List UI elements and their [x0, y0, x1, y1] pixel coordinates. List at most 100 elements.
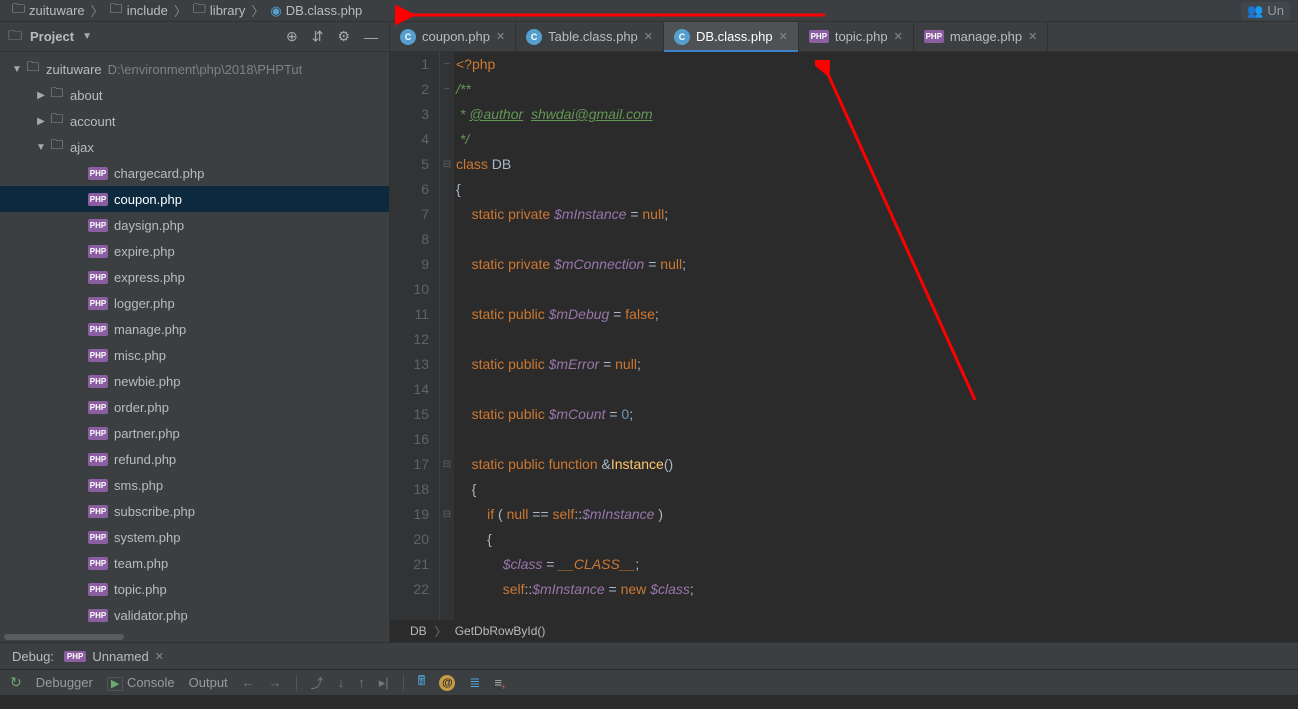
- code-line[interactable]: [456, 427, 1298, 452]
- close-icon[interactable]: ✕: [1028, 30, 1037, 43]
- tree-arrow-icon[interactable]: [34, 116, 48, 127]
- close-icon[interactable]: ✕: [155, 650, 164, 663]
- code-line[interactable]: if ( null == self::$mInstance ): [456, 502, 1298, 527]
- tree-arrow-icon[interactable]: [34, 90, 48, 101]
- breadcrumb-item[interactable]: 🗀 include: [106, 0, 172, 22]
- debug-session-tab[interactable]: PHP Unnamed ✕: [64, 649, 164, 664]
- tree-file[interactable]: PHPorder.php: [0, 394, 389, 420]
- line-number[interactable]: 4: [390, 127, 429, 152]
- code-line[interactable]: */: [456, 127, 1298, 152]
- close-icon[interactable]: ✕: [894, 30, 903, 43]
- close-icon[interactable]: ✕: [644, 30, 653, 43]
- collapse-all-icon[interactable]: ⇵: [309, 28, 327, 45]
- filter-icon[interactable]: ≡+: [494, 675, 502, 690]
- run-to-cursor-icon[interactable]: ▸|: [379, 675, 389, 691]
- tree-file[interactable]: PHPexpress.php: [0, 264, 389, 290]
- fold-marker-icon[interactable]: −: [440, 77, 454, 102]
- code-line[interactable]: static private $mInstance = null;: [456, 202, 1298, 227]
- line-number[interactable]: 13: [390, 352, 429, 377]
- arrow-right-icon[interactable]: →: [269, 675, 282, 690]
- line-number[interactable]: 9: [390, 252, 429, 277]
- code-line[interactable]: $class = __CLASS__;: [456, 552, 1298, 577]
- code-line[interactable]: [456, 327, 1298, 352]
- tree-folder[interactable]: 🗀account: [0, 108, 389, 134]
- project-panel-title[interactable]: Project: [30, 29, 74, 44]
- line-number[interactable]: 3: [390, 102, 429, 127]
- breadcrumb-item[interactable]: 🗀 library: [189, 0, 249, 22]
- line-number[interactable]: 6: [390, 177, 429, 202]
- line-number[interactable]: 7: [390, 202, 429, 227]
- project-tree[interactable]: 🗀zuituwareD:\environment\php\2018\PHPTut…: [0, 52, 389, 632]
- debugger-tab[interactable]: Debugger: [36, 675, 93, 690]
- code-line[interactable]: static public $mDebug = false;: [456, 302, 1298, 327]
- code-area[interactable]: <?php/** * @author shwdai@gmail.com */cl…: [454, 52, 1298, 620]
- editor-tab[interactable]: Ccoupon.php✕: [390, 22, 516, 51]
- code-line[interactable]: self::$mInstance = new $class;: [456, 577, 1298, 602]
- tree-arrow-icon[interactable]: [34, 142, 48, 153]
- tree-file[interactable]: PHPlogger.php: [0, 290, 389, 316]
- line-number[interactable]: 11: [390, 302, 429, 327]
- code-line[interactable]: <?php: [456, 52, 1298, 77]
- editor-tab[interactable]: CTable.class.php✕: [516, 22, 664, 51]
- tree-folder[interactable]: 🗀about: [0, 82, 389, 108]
- step-over-icon[interactable]: ⤴: [311, 673, 324, 692]
- editor-tab[interactable]: PHPmanage.php✕: [914, 22, 1049, 51]
- close-icon[interactable]: ✕: [779, 30, 788, 43]
- breadcrumb-item[interactable]: 🗀 zuituware: [8, 0, 89, 22]
- editor-tab[interactable]: CDB.class.php✕: [664, 22, 799, 51]
- editor-body[interactable]: 12345678910111213141516171819202122 −−⊟⊟…: [390, 52, 1298, 620]
- step-into-icon[interactable]: ↓: [338, 675, 345, 690]
- tree-file[interactable]: PHPcoupon.php: [0, 186, 389, 212]
- breadcrumb-class[interactable]: DB: [410, 624, 427, 638]
- line-number[interactable]: 21: [390, 552, 429, 577]
- line-number[interactable]: 20: [390, 527, 429, 552]
- step-out-icon[interactable]: ↑: [358, 675, 365, 690]
- code-line[interactable]: static private $mConnection = null;: [456, 252, 1298, 277]
- line-number[interactable]: 16: [390, 427, 429, 452]
- unregistered-badge[interactable]: 👥 Un: [1241, 2, 1290, 20]
- line-number[interactable]: 17: [390, 452, 429, 477]
- tree-file[interactable]: PHPnewbie.php: [0, 368, 389, 394]
- console-tab[interactable]: ▶ Console: [107, 675, 175, 690]
- list-icon[interactable]: ≣: [469, 675, 480, 691]
- breadcrumb-item[interactable]: ◉ DB.class.php: [266, 3, 366, 19]
- tree-folder[interactable]: 🗀zuituwareD:\environment\php\2018\PHPTut: [0, 56, 389, 82]
- code-line[interactable]: [456, 377, 1298, 402]
- line-number[interactable]: 10: [390, 277, 429, 302]
- line-number[interactable]: 2: [390, 77, 429, 102]
- tree-file[interactable]: PHPteam.php: [0, 550, 389, 576]
- locate-icon[interactable]: ⊕: [283, 28, 301, 45]
- editor-tab[interactable]: PHPtopic.php✕: [799, 22, 914, 51]
- code-line[interactable]: * @author shwdai@gmail.com: [456, 102, 1298, 127]
- fold-marker-icon[interactable]: −: [440, 52, 454, 77]
- code-line[interactable]: /**: [456, 77, 1298, 102]
- tree-file[interactable]: PHPdaysign.php: [0, 212, 389, 238]
- line-number[interactable]: 19: [390, 502, 429, 527]
- tree-folder[interactable]: 🗀ajax: [0, 134, 389, 160]
- code-line[interactable]: [456, 227, 1298, 252]
- tree-file[interactable]: PHPsms.php: [0, 472, 389, 498]
- code-line[interactable]: class DB: [456, 152, 1298, 177]
- line-number[interactable]: 5: [390, 152, 429, 177]
- code-line[interactable]: [456, 277, 1298, 302]
- code-line[interactable]: static public $mCount = 0;: [456, 402, 1298, 427]
- tree-file[interactable]: PHPrefund.php: [0, 446, 389, 472]
- dropdown-icon[interactable]: ▼: [82, 31, 92, 42]
- at-icon[interactable]: @: [439, 675, 455, 691]
- code-line[interactable]: static public function &Instance(): [456, 452, 1298, 477]
- code-line[interactable]: static public $mError = null;: [456, 352, 1298, 377]
- line-number-gutter[interactable]: 12345678910111213141516171819202122: [390, 52, 440, 620]
- tree-file[interactable]: PHPmanage.php: [0, 316, 389, 342]
- tree-file[interactable]: PHPvalidator.php: [0, 602, 389, 628]
- code-line[interactable]: {: [456, 477, 1298, 502]
- tree-file[interactable]: PHPsubscribe.php: [0, 498, 389, 524]
- gear-icon[interactable]: ⚙: [334, 28, 353, 45]
- close-icon[interactable]: ✕: [496, 30, 505, 43]
- line-number[interactable]: 12: [390, 327, 429, 352]
- line-number[interactable]: 15: [390, 402, 429, 427]
- line-number[interactable]: 18: [390, 477, 429, 502]
- evaluate-icon[interactable]: 🖩: [418, 672, 426, 694]
- fold-marker-icon[interactable]: ⊟: [440, 152, 454, 177]
- line-number[interactable]: 8: [390, 227, 429, 252]
- arrow-left-icon[interactable]: ←: [242, 675, 255, 690]
